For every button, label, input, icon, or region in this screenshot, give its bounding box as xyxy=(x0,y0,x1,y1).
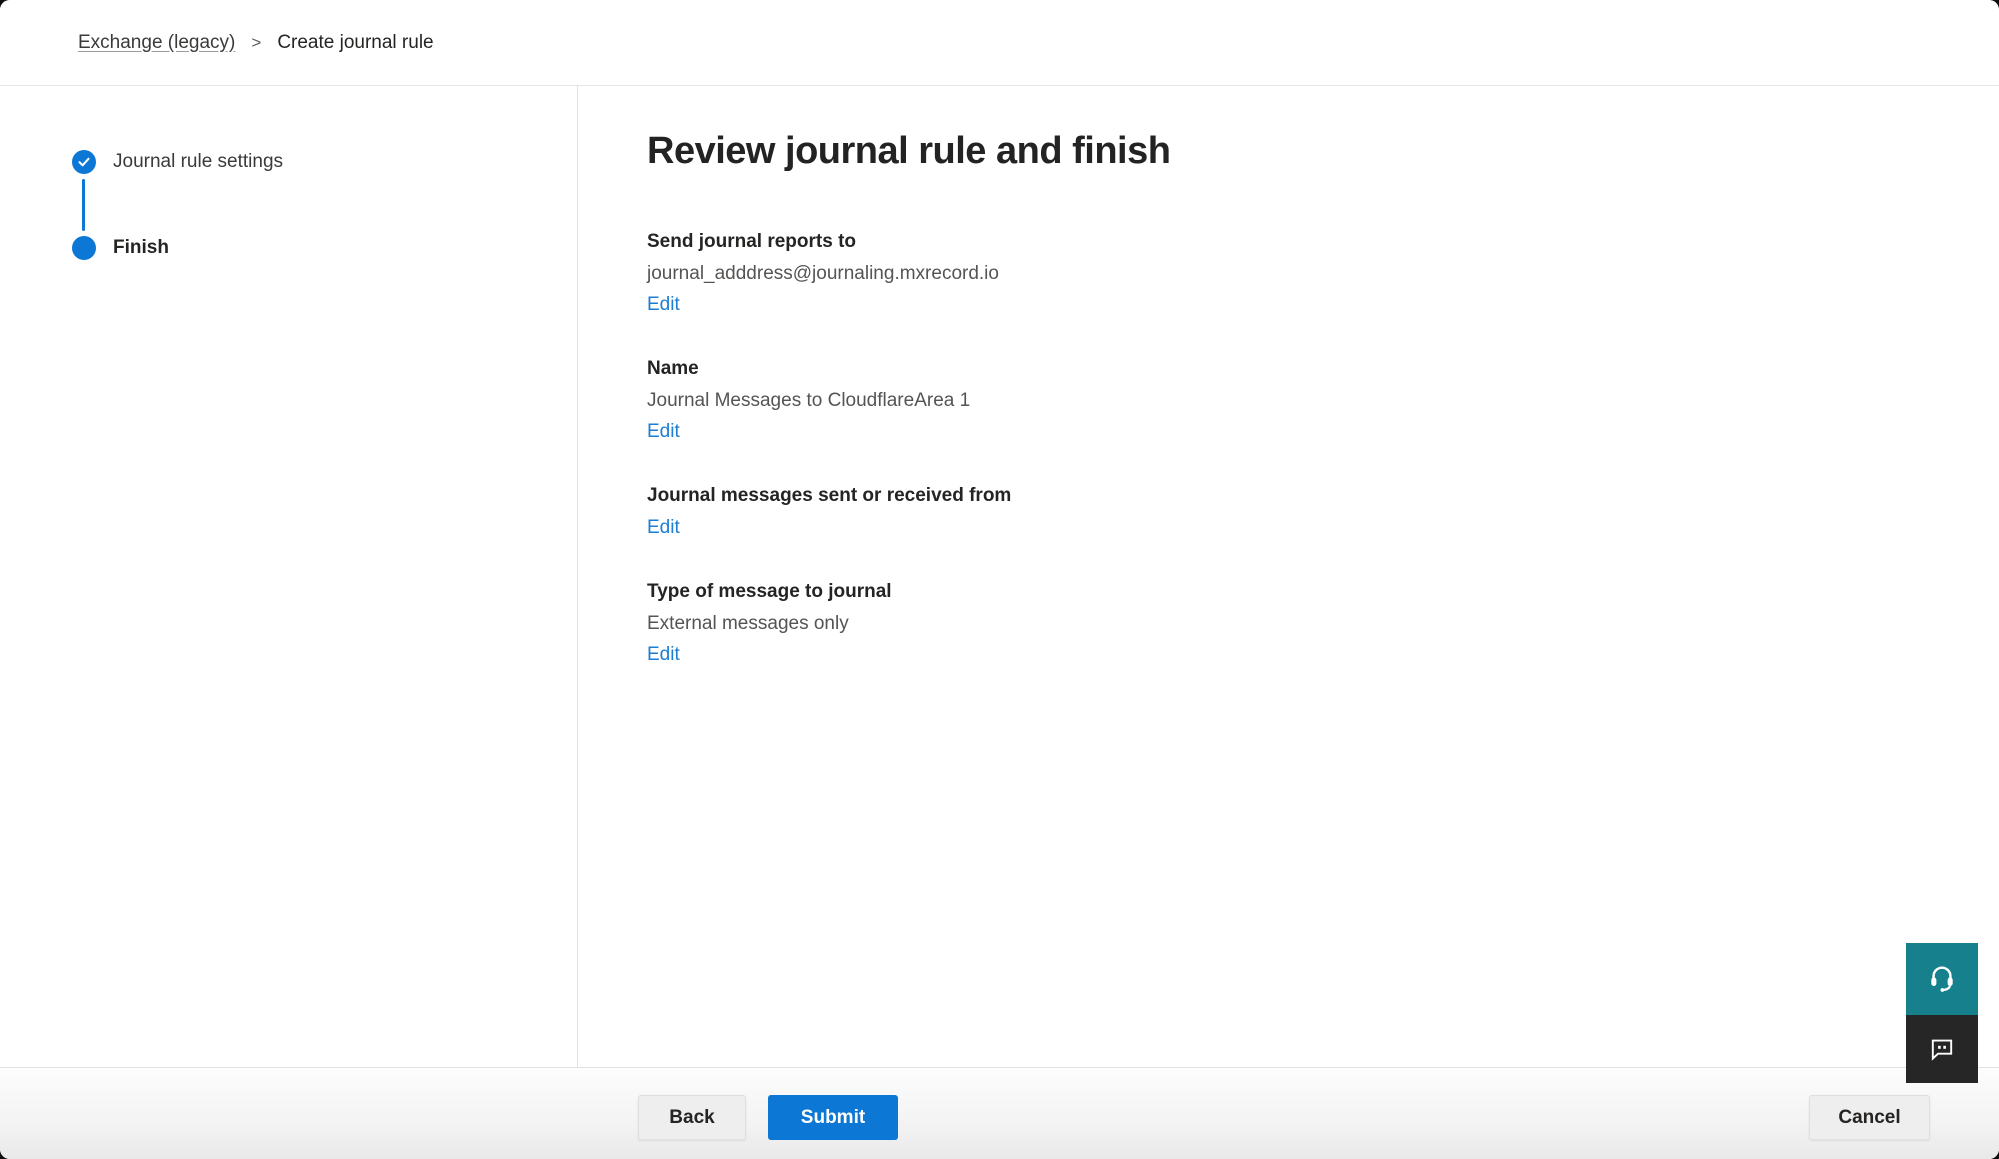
message-type-value: External messages only xyxy=(647,613,1959,635)
review-sections: Send journal reports to journal_adddress… xyxy=(647,231,1959,666)
cancel-button[interactable]: Cancel xyxy=(1809,1095,1930,1140)
exchange-admin-window: Exchange (legacy) > Create journal rule … xyxy=(0,0,1999,1159)
section-label: Journal messages sent or received from xyxy=(647,485,1959,507)
journal-report-address-value: journal_adddress@journaling.mxrecord.io xyxy=(647,263,1959,285)
section-label: Send journal reports to xyxy=(647,231,1959,253)
section-message-type: Type of message to journal External mess… xyxy=(647,581,1959,666)
step-current-dot-icon xyxy=(72,236,96,260)
help-button[interactable] xyxy=(1906,943,1978,1015)
breadcrumb: Exchange (legacy) > Create journal rule xyxy=(0,0,1999,86)
wizard-steps: Journal rule settings Finish xyxy=(72,150,577,260)
section-label: Name xyxy=(647,358,1959,380)
headset-icon xyxy=(1927,963,1957,996)
review-pane: Review journal rule and finish Send jour… xyxy=(578,86,1999,1067)
section-name: Name Journal Messages to CloudflareArea … xyxy=(647,358,1959,443)
breadcrumb-exchange-legacy-link[interactable]: Exchange (legacy) xyxy=(78,32,235,54)
section-send-journal-reports-to: Send journal reports to journal_adddress… xyxy=(647,231,1959,316)
edit-recipient-link[interactable]: Edit xyxy=(647,294,680,316)
breadcrumb-separator-icon: > xyxy=(251,33,261,53)
section-label: Type of message to journal xyxy=(647,581,1959,603)
edit-message-type-link[interactable]: Edit xyxy=(647,644,680,666)
edit-name-link[interactable]: Edit xyxy=(647,421,680,443)
wizard-step-journal-rule-settings[interactable]: Journal rule settings xyxy=(72,150,577,174)
wizard-steps-panel: Journal rule settings Finish xyxy=(0,86,578,1067)
content-row: Journal rule settings Finish Review jour… xyxy=(0,86,1999,1067)
step-connector-line xyxy=(82,179,85,231)
action-bar: Back Submit Cancel xyxy=(0,1067,1999,1159)
rule-name-value: Journal Messages to CloudflareArea 1 xyxy=(647,390,1959,412)
step-completed-check-icon xyxy=(72,150,96,174)
page-title: Review journal rule and finish xyxy=(647,130,1959,173)
wizard-step-label: Journal rule settings xyxy=(113,151,283,173)
breadcrumb-current-page: Create journal rule xyxy=(277,32,433,54)
wizard-step-label: Finish xyxy=(113,237,169,259)
section-journal-messages-scope: Journal messages sent or received from E… xyxy=(647,485,1959,539)
submit-button[interactable]: Submit xyxy=(768,1095,898,1140)
edit-scope-link[interactable]: Edit xyxy=(647,517,680,539)
wizard-step-finish[interactable]: Finish xyxy=(72,236,577,260)
chat-icon xyxy=(1928,1034,1956,1065)
feedback-button[interactable] xyxy=(1906,1015,1978,1083)
back-button[interactable]: Back xyxy=(638,1095,746,1140)
